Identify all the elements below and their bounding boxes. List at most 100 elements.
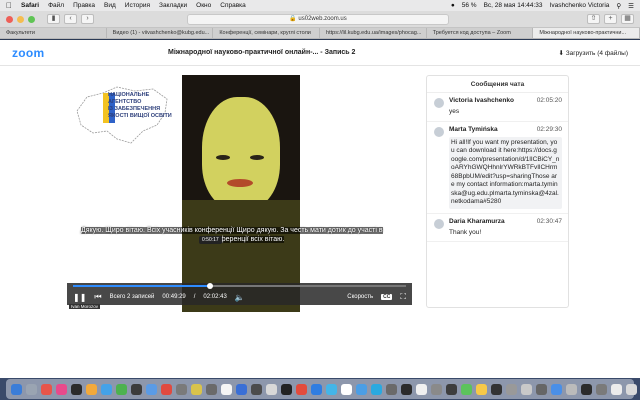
menu-bookmarks[interactable]: Закладки xyxy=(159,2,187,9)
avatar xyxy=(434,218,444,229)
dock-app-icon[interactable] xyxy=(131,383,142,395)
menu-view[interactable]: Вид xyxy=(104,2,116,9)
dock-app-icon[interactable] xyxy=(416,383,427,395)
minimize-window-icon[interactable] xyxy=(17,15,24,23)
download-icon: ⬇ xyxy=(558,50,564,57)
agency-line-1: НАЦІОНАЛЬНЕ xyxy=(108,92,150,98)
menu-edit[interactable]: Правка xyxy=(73,2,95,9)
wifi-icon[interactable]: ● xyxy=(451,2,455,9)
user-name[interactable]: Ivashchenko Victoria xyxy=(550,2,610,9)
address-bar[interactable]: 🔒 us02web.zoom.us xyxy=(187,14,449,25)
dock-app-icon[interactable] xyxy=(176,383,187,395)
menu-file[interactable]: Файл xyxy=(48,2,64,9)
pause-icon[interactable]: ❚❚ xyxy=(73,293,86,302)
dock-app-icon[interactable] xyxy=(311,383,322,395)
forward-icon[interactable]: › xyxy=(81,14,94,24)
menu-history[interactable]: История xyxy=(125,2,150,9)
dock-app-icon[interactable] xyxy=(56,383,67,395)
progress-knob[interactable] xyxy=(206,283,213,289)
close-window-icon[interactable] xyxy=(6,15,13,23)
speed-button[interactable]: Скорость xyxy=(347,294,373,300)
dock-app-icon[interactable] xyxy=(116,383,127,395)
dock-app-icon[interactable] xyxy=(71,383,82,395)
download-button[interactable]: ⬇ Загрузить (4 файлы) xyxy=(558,49,628,57)
menu-list-icon[interactable]: ☰ xyxy=(628,2,634,10)
dock-app-icon[interactable] xyxy=(491,383,502,395)
tab-video-mail[interactable]: Видео (1) - viivashchenko@kubg.edu... xyxy=(107,28,214,38)
tab-faculties[interactable]: Факультети xyxy=(0,28,107,38)
sidebar-icon[interactable]: ▮ xyxy=(47,14,60,24)
dock-app-icon[interactable] xyxy=(506,383,517,395)
tab-access-code[interactable]: Требуется код доступа – Zoom xyxy=(427,28,534,38)
dock-app-icon[interactable] xyxy=(611,383,622,395)
dock-app-icon[interactable] xyxy=(626,383,637,395)
dock-app-icon[interactable] xyxy=(161,383,172,395)
new-tab-icon[interactable]: + xyxy=(604,14,617,24)
avatar xyxy=(434,126,444,137)
maximize-window-icon[interactable] xyxy=(28,15,35,23)
menu-window[interactable]: Окно xyxy=(196,2,211,9)
dock-app-icon[interactable] xyxy=(476,383,487,395)
dock-app-icon[interactable] xyxy=(566,383,577,395)
dock-app-icon[interactable] xyxy=(266,383,277,395)
dock-app-icon[interactable] xyxy=(356,383,367,395)
lock-icon: 🔒 xyxy=(289,16,297,22)
dock-app-icon[interactable] xyxy=(221,383,232,395)
agency-line-4: ЯКОСТІ ВИЩОЇ ОСВІТИ xyxy=(108,113,172,119)
dock-app-icon[interactable] xyxy=(521,383,532,395)
tab-zoom-recording[interactable]: Міжнародної науково-практични... xyxy=(533,28,640,38)
search-icon[interactable]: ⚲ xyxy=(616,2,621,10)
menu-help[interactable]: Справка xyxy=(220,2,246,9)
tabs-overview-icon[interactable]: ▦ xyxy=(621,14,634,24)
dock-app-icon[interactable] xyxy=(251,383,262,395)
back-icon[interactable]: ‹ xyxy=(64,14,77,24)
dock-app-icon[interactable] xyxy=(341,383,352,395)
dock-app-icon[interactable] xyxy=(101,383,112,395)
current-time: 00:49:29 xyxy=(162,294,186,300)
dock-app-icon[interactable] xyxy=(191,383,202,395)
dock-app-icon[interactable] xyxy=(86,383,97,395)
zoom-logo[interactable]: zoom xyxy=(12,46,45,60)
message-time[interactable]: 02:05:20 xyxy=(537,97,562,104)
tab-conferences[interactable]: Конференції, семінари, круглі столи xyxy=(213,28,321,38)
cc-button[interactable]: CC xyxy=(381,294,393,300)
message-text: Hi all!If you want my presentation, you … xyxy=(449,136,562,209)
dock-app-icon[interactable] xyxy=(461,383,472,395)
dock-app-icon[interactable] xyxy=(296,383,307,395)
dock-app-icon[interactable] xyxy=(551,383,562,395)
speaker-eye xyxy=(250,155,264,160)
volume-icon[interactable]: 🔈 xyxy=(235,293,245,302)
dock-app-icon[interactable] xyxy=(41,383,52,395)
fullscreen-icon[interactable]: ⛶ xyxy=(400,292,406,302)
previous-icon[interactable]: ⏮ xyxy=(94,292,101,302)
progress-bar[interactable] xyxy=(73,283,406,289)
message-time[interactable]: 02:30:47 xyxy=(537,218,562,225)
share-icon[interactable]: ⇧ xyxy=(587,14,600,24)
dock-app-icon[interactable] xyxy=(281,383,292,395)
datetime[interactable]: Вс, 28 мая 14:44:33 xyxy=(484,2,543,9)
controls-row: ❚❚ ⏮ Всего 2 записей 00:49:29 / 02:02:43… xyxy=(73,291,406,303)
dock-app-icon[interactable] xyxy=(236,383,247,395)
dock-app-icon[interactable] xyxy=(446,383,457,395)
speaker-video xyxy=(182,75,300,312)
battery-text[interactable]: 56 % xyxy=(462,2,477,9)
dock-app-icon[interactable] xyxy=(26,383,37,395)
apple-menu-icon[interactable]:  xyxy=(6,1,12,10)
dock-app-icon[interactable] xyxy=(206,383,217,395)
dock-app-icon[interactable] xyxy=(431,383,442,395)
video-player[interactable]: НАЦІОНАЛЬНЕ АГЕНТСТВО ІЗ ЗАБЕЗПЕЧЕННЯ ЯК… xyxy=(67,75,412,312)
dock-app-icon[interactable] xyxy=(581,383,592,395)
dock-app-icon[interactable] xyxy=(536,383,547,395)
dock-app-icon[interactable] xyxy=(326,383,337,395)
tab-images[interactable]: https://lil.kubg.edu.ua/images/phocag... xyxy=(320,28,427,38)
menu-app-name[interactable]: Safari xyxy=(21,2,39,9)
dock-app-icon[interactable] xyxy=(11,383,22,395)
dock-app-icon[interactable] xyxy=(371,383,382,395)
agency-logo-text: НАЦІОНАЛЬНЕ АГЕНТСТВО ІЗ ЗАБЕЗПЕЧЕННЯ ЯК… xyxy=(108,92,172,120)
dock-app-icon[interactable] xyxy=(596,383,607,395)
chat-message: Marta Tymińska 02:29:30 Hi all!If you wa… xyxy=(427,122,568,214)
dock-app-icon[interactable] xyxy=(386,383,397,395)
message-time[interactable]: 02:29:30 xyxy=(537,126,562,133)
dock-app-icon[interactable] xyxy=(401,383,412,395)
dock-app-icon[interactable] xyxy=(146,383,157,395)
